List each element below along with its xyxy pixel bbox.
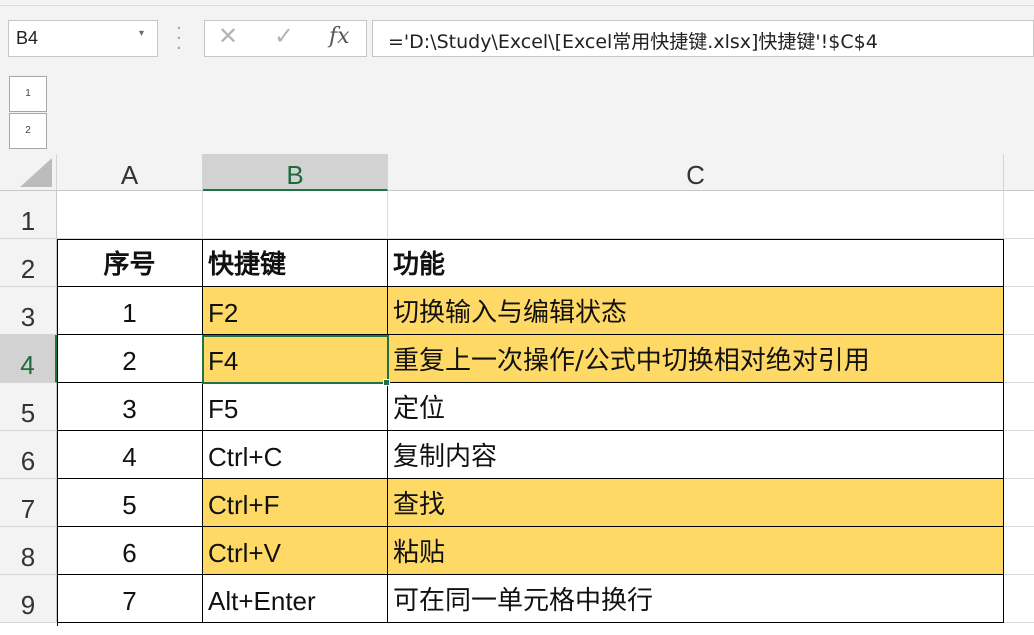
cell-d3[interactable] <box>1004 287 1034 335</box>
cell-a6[interactable]: 4 <box>57 431 203 479</box>
row-header-3[interactable]: 3 <box>0 287 57 335</box>
insert-function-icon[interactable]: fx <box>329 24 350 49</box>
cell-c2[interactable]: 功能 <box>388 239 1004 287</box>
cell-a9[interactable]: 7 <box>57 575 203 623</box>
cell-d9[interactable] <box>1004 575 1034 623</box>
row-header-4[interactable]: 4 <box>0 335 57 383</box>
cell-b8[interactable]: Ctrl+V <box>203 527 388 575</box>
cell-a4[interactable]: 2 <box>57 335 203 383</box>
cell-a1[interactable] <box>57 191 203 239</box>
cell-a2[interactable]: 序号 <box>57 239 203 287</box>
cell-a7[interactable]: 5 <box>57 479 203 527</box>
active-cell-selection <box>202 335 389 384</box>
row-header-6[interactable]: 6 <box>0 431 57 479</box>
cell-c3[interactable]: 切换输入与编辑状态 <box>388 287 1004 335</box>
chevron-down-icon[interactable]: ▾ <box>139 28 144 39</box>
row-header-5[interactable]: 5 <box>0 383 57 431</box>
cell-c9[interactable]: 可在同一单元格中换行 <box>388 575 1004 623</box>
enter-check-icon[interactable]: ✓ <box>274 22 294 50</box>
cell-c7[interactable]: 查找 <box>388 479 1004 527</box>
table-border-top <box>57 239 1004 240</box>
row-header-9[interactable]: 9 <box>0 575 57 623</box>
row-header-2[interactable]: 2 <box>0 239 57 287</box>
divider <box>0 5 1034 6</box>
column-header-a[interactable]: A <box>57 154 203 191</box>
cell-c5[interactable]: 定位 <box>388 383 1004 431</box>
cell-d7[interactable] <box>1004 479 1034 527</box>
cancel-icon[interactable]: ✕ <box>218 22 238 50</box>
outline-level-2-button[interactable]: 2 <box>9 113 47 149</box>
cell-d5[interactable] <box>1004 383 1034 431</box>
column-header-b[interactable]: B <box>203 154 388 191</box>
cell-b5[interactable]: F5 <box>203 383 388 431</box>
cell-d4[interactable] <box>1004 335 1034 383</box>
cell-a8[interactable]: 6 <box>57 527 203 575</box>
cell-c1[interactable] <box>388 191 1004 239</box>
cell-b7[interactable]: Ctrl+F <box>203 479 388 527</box>
cell-a3[interactable]: 1 <box>57 287 203 335</box>
cell-d1[interactable] <box>1004 191 1034 239</box>
cell-d8[interactable] <box>1004 527 1034 575</box>
cell-c4[interactable]: 重复上一次操作/公式中切换相对绝对引用 <box>388 335 1004 383</box>
cell-b6[interactable]: Ctrl+C <box>203 431 388 479</box>
cell-b3[interactable]: F2 <box>203 287 388 335</box>
table-border-left <box>57 239 58 626</box>
fill-handle[interactable] <box>383 379 390 386</box>
grip-icon[interactable]: · · · <box>176 20 182 58</box>
column-header-d[interactable] <box>1004 154 1034 191</box>
cell-b1[interactable] <box>203 191 388 239</box>
cell-c8[interactable]: 粘贴 <box>388 527 1004 575</box>
formula-input[interactable]: ='D:\Study\Excel\[Excel常用快捷键.xlsx]快捷键'!$… <box>372 20 1034 57</box>
cell-b9[interactable]: Alt+Enter <box>203 575 388 623</box>
cell-b2[interactable]: 快捷键 <box>203 239 388 287</box>
row-header-1[interactable]: 1 <box>0 191 57 239</box>
select-all-triangle-icon <box>20 158 52 187</box>
cell-d2[interactable] <box>1004 239 1034 287</box>
row-header-8[interactable]: 8 <box>0 527 57 575</box>
outline-area <box>0 68 1034 154</box>
cell-c6[interactable]: 复制内容 <box>388 431 1004 479</box>
column-header-c[interactable]: C <box>388 154 1004 191</box>
cell-a5[interactable]: 3 <box>57 383 203 431</box>
name-box[interactable]: B4 <box>8 20 158 57</box>
cell-d6[interactable] <box>1004 431 1034 479</box>
row-header-7[interactable]: 7 <box>0 479 57 527</box>
outline-level-1-button[interactable]: 1 <box>9 76 47 112</box>
